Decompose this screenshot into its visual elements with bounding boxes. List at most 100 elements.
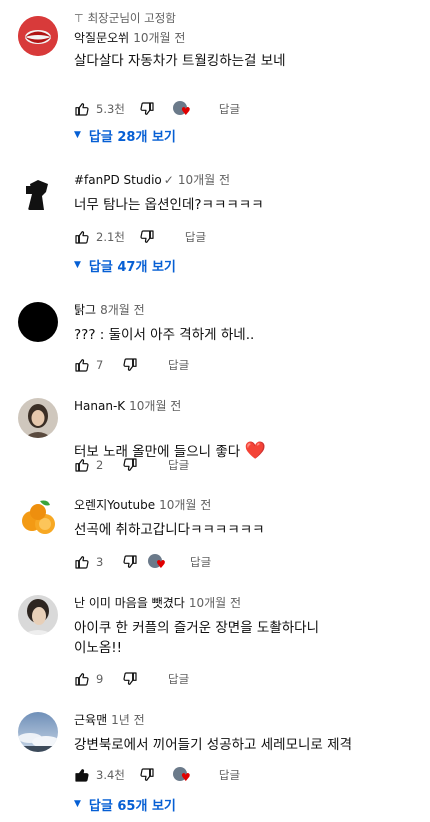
comment-time[interactable]: 10개월 전 [189,596,241,610]
like-count: 9 [96,672,104,686]
author-name[interactable]: 난 이미 마음을 뺏겼다 [74,596,185,610]
comment-body: Hanan-K 10개월 전 터보 노래 올만에 들으니 좋다 ❤️ 2 답글 [74,398,420,472]
heart-icon: ♥ [180,105,191,118]
reply-button[interactable]: 답글 [219,767,240,783]
comment-actions: 2.1천 답글 [74,226,206,248]
comment-header: 난 이미 마음을 뺏겼다 10개월 전 [74,595,420,612]
dislike-button[interactable] [139,229,155,245]
thumbs-down-icon [123,672,137,685]
avatar[interactable] [18,302,58,342]
comment-time[interactable]: 10개월 전 [129,399,181,413]
comment-time[interactable]: 8개월 전 [100,303,145,317]
like-button[interactable]: 7 [74,357,118,373]
comment-time[interactable]: 10개월 전 [178,173,230,187]
dislike-button[interactable] [122,357,138,373]
reply-button[interactable]: 답글 [219,101,240,117]
thumbs-up-icon [75,231,89,244]
thumbs-up-icon [75,359,89,372]
avatar[interactable]: fanPD [18,172,58,212]
comment-header: 탉그 8개월 전 [74,302,420,319]
comment-text: 아이쿠 한 커플의 즐거운 장면을 도촬하다니 이노옴!! [74,620,320,656]
author-name[interactable]: 오렌지Youtube [74,498,155,512]
comment-text: 선곡에 취하고갑니다ㅋㅋㅋㅋㅋㅋ [74,522,265,538]
author-name[interactable]: Hanan-K [74,399,125,413]
author-name[interactable]: 악질문오쒸 [74,31,129,45]
avatar[interactable] [18,595,58,635]
author-name[interactable]: #fanPD Studio [74,173,162,187]
like-button[interactable]: 2.1천 [74,229,125,245]
pin-icon: ⊤ [74,11,84,25]
reply-button[interactable]: 답글 [168,457,189,473]
like-count: 5.3천 [96,102,125,116]
thumbs-up-icon [75,103,89,116]
like-button[interactable]: 5.3천 [74,101,125,117]
comment-text: 너무 탐나는 옵션인데?ㅋㅋㅋㅋㅋ [74,197,264,213]
avatar[interactable] [18,712,58,752]
thumbs-up-filled-icon [75,769,89,782]
thumbs-up-icon [75,556,89,569]
heart-icon: ♥ [180,771,191,784]
like-button[interactable]: 9 [74,671,118,687]
chevron-down-icon: ▼ [74,130,81,140]
like-count: 7 [96,358,104,372]
comment-actions: 2 답글 [74,454,189,476]
like-button[interactable]: 2 [74,457,118,473]
like-button[interactable]: 3.4천 [74,767,125,783]
thumbs-down-icon [123,458,137,471]
comment-time[interactable]: 10개월 전 [159,498,211,512]
thumbs-down-icon [140,230,154,243]
comment-body: ⊤ 최장군님이 고정함 악질문오쒸 10개월 전 살다살다 자동차가 트월킹하는걸… [74,10,420,145]
comment-actions: 9 답글 [74,668,189,690]
thumbs-down-icon [123,555,137,568]
author-name[interactable]: 근육맨 [74,713,107,727]
dislike-button[interactable] [122,554,138,570]
view-replies-button[interactable]: ▼ 답글 28개 보기 [74,124,176,146]
verified-icon: ✓ [163,173,174,187]
comment-actions: 7 답글 [74,354,189,376]
comment-actions: 3 ♥ 답글 [74,551,211,573]
view-replies-button[interactable]: ▼ 답글 65개 보기 [74,793,176,815]
comment-text: 살다살다 자동차가 트월킹하는걸 보네 [74,53,286,69]
comment-header: #fanPD Studio ✓ 10개월 전 [74,172,420,189]
dislike-button[interactable] [139,101,155,117]
creator-heart: ♥ [172,99,193,119]
reply-button[interactable]: 답글 [185,229,206,245]
heart-emoji: ❤️ [244,441,266,461]
comment-body: 난 이미 마음을 뺏겼다 10개월 전 아이쿠 한 커플의 즐거운 장면을 도촬하… [74,595,420,686]
like-count: 3 [96,555,104,569]
avatar[interactable] [18,398,58,438]
reply-button[interactable]: 답글 [168,357,189,373]
thumbs-up-icon [75,459,89,472]
creator-heart: ♥ [148,552,168,572]
comment-header: 근육맨 1년 전 [74,712,420,729]
like-count: 3.4천 [96,768,125,782]
author-name[interactable]: 탉그 [74,303,96,317]
comment-text: 강변북로에서 끼어들기 성공하고 세레모니로 제격 [74,737,352,753]
comment-body: 오렌지Youtube 10개월 전 선곡에 취하고갑니다ㅋㅋㅋㅋㅋㅋ 3 ♥ 답글 [74,497,420,570]
chevron-down-icon: ▼ [74,260,81,270]
thumbs-down-icon [123,358,137,371]
comment-header: 악질문오쒸 10개월 전 [74,30,420,47]
reply-button[interactable]: 답글 [168,671,189,687]
view-replies-button[interactable]: ▼ 답글 47개 보기 [74,254,176,276]
thumbs-up-icon [75,673,89,686]
avatar[interactable] [18,497,58,537]
comment-body: 근육맨 1년 전 강변북로에서 끼어들기 성공하고 세레모니로 제격 3.4천 ♥… [74,712,420,814]
comment-time[interactable]: 10개월 전 [133,31,185,45]
comment-time[interactable]: 1년 전 [111,713,145,727]
avatar[interactable] [18,16,58,56]
like-count: 2.1천 [96,230,125,244]
thumbs-down-icon [140,768,154,781]
dislike-button[interactable] [122,457,138,473]
dislike-button[interactable] [122,671,138,687]
svg-text:fanPD: fanPD [45,198,58,204]
comment-actions: 5.3천 ♥ 답글 [74,98,240,120]
dislike-button[interactable] [139,767,155,783]
comment-body: 탉그 8개월 전 ??? : 둘이서 아주 격하게 하네.. 7 답글 [74,302,420,372]
comment-body: #fanPD Studio ✓ 10개월 전 너무 탐나는 옵션인데?ㅋㅋㅋㅋㅋ 2… [74,172,420,275]
comment-header: Hanan-K 10개월 전 [74,398,420,415]
heart-icon: ♥ [156,558,166,571]
comment-header: 오렌지Youtube 10개월 전 [74,497,420,514]
reply-button[interactable]: 답글 [190,554,211,570]
like-button[interactable]: 3 [74,554,118,570]
